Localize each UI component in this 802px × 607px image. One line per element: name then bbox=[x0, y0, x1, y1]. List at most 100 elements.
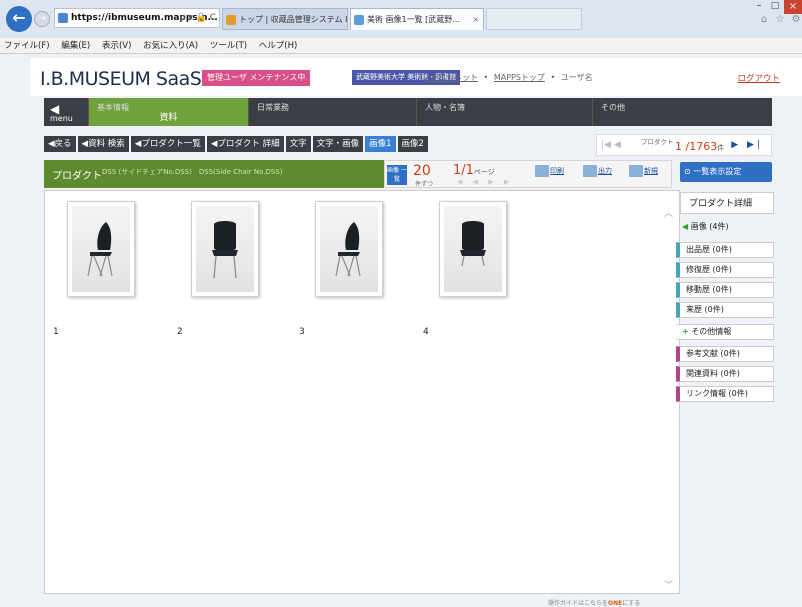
footer-note: 操作ガイドはこちらをONEにする bbox=[548, 600, 641, 607]
address-controls[interactable]: ρ ▾ 🔒 C bbox=[180, 9, 216, 27]
tab-close-icon[interactable]: × bbox=[472, 9, 479, 30]
nav-daily-work[interactable]: 日常業務 bbox=[248, 98, 416, 126]
menu-help[interactable]: ヘルプ(H) bbox=[259, 41, 298, 51]
sidebar-item-related[interactable]: 関連資料 (0件) bbox=[676, 366, 774, 382]
image-number: 1 bbox=[53, 327, 59, 337]
maintenance-badge: 管理ユーザ メンテナンス中 bbox=[202, 70, 311, 86]
home-icon[interactable]: ⌂ bbox=[758, 14, 770, 26]
nav-people[interactable]: 人物・名簿 bbox=[416, 98, 592, 126]
sidebar-item-exhibitions[interactable]: 出品歴 (0件) bbox=[676, 242, 774, 258]
browser-menubar: ファイル(F) 編集(E) 表示(V) お気に入り(A) ツール(T) ヘルプ(… bbox=[0, 38, 802, 54]
image-thumbnail[interactable] bbox=[315, 201, 383, 297]
tab-title: 美術 画像1一覧 [武蔵野... bbox=[367, 15, 460, 24]
close-window-button[interactable]: × bbox=[784, 0, 802, 14]
print-icon bbox=[535, 165, 549, 177]
chair-side-icon bbox=[87, 222, 113, 277]
menu-view[interactable]: 表示(V) bbox=[102, 41, 131, 51]
pager-next-icon[interactable]: ▶ ▶| bbox=[731, 140, 763, 150]
image-thumbnail[interactable] bbox=[67, 201, 135, 297]
tab-favicon-icon bbox=[354, 15, 364, 25]
favorites-star-icon[interactable]: ☆ bbox=[774, 14, 786, 26]
page-nav-icons[interactable]: ◀ ◀ ▶ ▶ bbox=[457, 178, 513, 186]
export-icon bbox=[583, 165, 597, 177]
link-follownet[interactable]: フォローネット bbox=[422, 73, 478, 82]
new-tab-button[interactable] bbox=[486, 8, 582, 30]
image-grid: 1 2 3 4 bbox=[44, 190, 680, 594]
app-header: I.B.MUSEUM SaaS 管理ユーザ メンテナンス中 武蔵野美術大学 美術… bbox=[30, 58, 802, 96]
main-nav: ◀ menu 基本情報 資料 日常業務 人物・名簿 その他 bbox=[44, 98, 772, 126]
crumb-search[interactable]: ◀資料 検索 bbox=[77, 136, 129, 152]
list-controls: 画像 一覧 20 件ずつ 1/1ページ ◀ ◀ ▶ ▶ 印刷 出力 新規 bbox=[384, 160, 672, 188]
nav-other[interactable]: その他 bbox=[592, 98, 772, 126]
app-logo[interactable]: I.B.MUSEUM SaaS bbox=[40, 68, 202, 90]
settings-circle-icon: ⊙ bbox=[684, 167, 691, 176]
menu-favorites[interactable]: お気に入り(A) bbox=[143, 41, 198, 51]
sidebar-item-other-info[interactable]: + その他情報 bbox=[676, 324, 774, 340]
image-number: 3 bbox=[299, 327, 305, 337]
display-settings-button[interactable]: ⊙ 一覧表示設定 bbox=[680, 162, 772, 182]
tab-title: トップ | 収蔵品管理システム I.B.... bbox=[239, 15, 348, 24]
maximize-button[interactable]: □ bbox=[768, 0, 782, 12]
record-type: プロダクト bbox=[52, 171, 102, 182]
detail-sidebar: プロダクト詳細 ◀ 画像 (4件) 出品歴 (0件) 修復歴 (0件) 移動歴 … bbox=[676, 192, 776, 422]
forward-arrow-icon[interactable]: → bbox=[34, 11, 50, 27]
back-arrow-icon[interactable]: ← bbox=[6, 6, 32, 32]
chair-back-icon bbox=[460, 221, 486, 267]
sidebar-item-restoration[interactable]: 修復歴 (0件) bbox=[676, 262, 774, 278]
menu-toggle-button[interactable]: ◀ menu bbox=[44, 98, 88, 126]
sidebar-item-movements[interactable]: 移動歴 (0件) bbox=[676, 282, 774, 298]
browser-chrome: ← → https://ibmuseum.mapps.n... ρ ▾ 🔒 C … bbox=[0, 0, 802, 38]
new-doc-icon bbox=[629, 165, 643, 177]
plus-icon: + bbox=[682, 327, 689, 336]
sidebar-item-images[interactable]: ◀ 画像 (4件) bbox=[676, 220, 774, 236]
scroll-up-icon[interactable]: ︿ bbox=[664, 206, 673, 219]
sidebar-item-references[interactable]: 参考文献 (0件) bbox=[676, 346, 774, 362]
record-pager: |◀ ◀ プロダクト 1 /1763件 ▶ ▶| bbox=[596, 134, 772, 156]
sidebar-item-links[interactable]: リンク情報 (0件) bbox=[676, 386, 774, 402]
per-page-count[interactable]: 20 bbox=[413, 163, 431, 179]
address-bar[interactable]: https://ibmuseum.mapps.n... ρ ▾ 🔒 C bbox=[54, 8, 220, 28]
new-button[interactable]: 新規 bbox=[629, 165, 658, 177]
crumb-product-list[interactable]: ◀プロダクト一覧 bbox=[130, 136, 205, 152]
logout-link[interactable]: ログアウト bbox=[737, 72, 780, 84]
tab-text-image[interactable]: 文字・画像 bbox=[312, 136, 364, 152]
image-number: 2 bbox=[177, 327, 183, 337]
tab-image2[interactable]: 画像2 bbox=[397, 136, 428, 152]
link-mapps-top[interactable]: MAPPSトップ bbox=[494, 73, 545, 82]
breadcrumb: ◀戻る ◀資料 検索 ◀プロダクト一覧 ◀プロダクト 詳細 文字 文字・画像 画… bbox=[44, 136, 428, 152]
user-name: ユーザ名 bbox=[560, 73, 593, 82]
browser-tab-top[interactable]: トップ | 収蔵品管理システム I.B.... bbox=[222, 8, 348, 30]
export-button[interactable]: 出力 bbox=[583, 165, 612, 177]
crumb-back[interactable]: ◀戻る bbox=[44, 136, 76, 152]
nav-basic-info[interactable]: 基本情報 資料 bbox=[88, 98, 248, 126]
image-list-button[interactable]: 画像 一覧 bbox=[387, 165, 407, 185]
menu-edit[interactable]: 編集(E) bbox=[61, 41, 90, 51]
nav-sub-shiryo[interactable]: 資料 bbox=[89, 110, 248, 123]
browser-tab-active[interactable]: 美術 画像1一覧 [武蔵野... × bbox=[350, 8, 484, 30]
pager-prev-icon[interactable]: |◀ ◀ bbox=[601, 140, 621, 150]
menu-file[interactable]: ファイル(F) bbox=[4, 41, 50, 51]
image-number: 4 bbox=[423, 327, 429, 337]
image-thumbnail[interactable] bbox=[191, 201, 259, 297]
sidebar-item-provenance[interactable]: 来歴 (0件) bbox=[676, 302, 774, 318]
print-button[interactable]: 印刷 bbox=[535, 165, 564, 177]
sidebar-title: プロダクト詳細 bbox=[680, 192, 774, 214]
tab-favicon-icon bbox=[226, 15, 236, 25]
header-links: フォローネット • MAPPSトップ • ユーザ名 bbox=[422, 73, 593, 82]
pager-label: プロダクト bbox=[641, 138, 674, 146]
image-thumbnail[interactable] bbox=[439, 201, 507, 297]
chair-side-icon bbox=[335, 222, 361, 277]
settings-gear-icon[interactable]: ⚙ bbox=[790, 14, 802, 26]
menu-tools[interactable]: ツール(T) bbox=[210, 41, 247, 51]
page-indicator: 1/1ページ bbox=[453, 163, 495, 178]
tab-image1[interactable]: 画像1 bbox=[365, 136, 396, 152]
tab-text[interactable]: 文字 bbox=[285, 136, 311, 152]
pager-position: 1 /1763件 bbox=[675, 140, 725, 153]
record-name: DSS (サイドチェアNo.DSS) DSS(Side Chair No.DSS… bbox=[102, 168, 283, 176]
minimize-button[interactable]: – bbox=[752, 0, 766, 12]
crumb-product-detail[interactable]: ◀プロダクト 詳細 bbox=[206, 136, 284, 152]
per-page-unit: 件ずつ bbox=[415, 181, 434, 188]
scroll-down-icon[interactable]: ﹀ bbox=[664, 578, 673, 591]
active-arrow-icon: ◀ bbox=[682, 222, 689, 231]
site-favicon-icon bbox=[58, 13, 68, 23]
